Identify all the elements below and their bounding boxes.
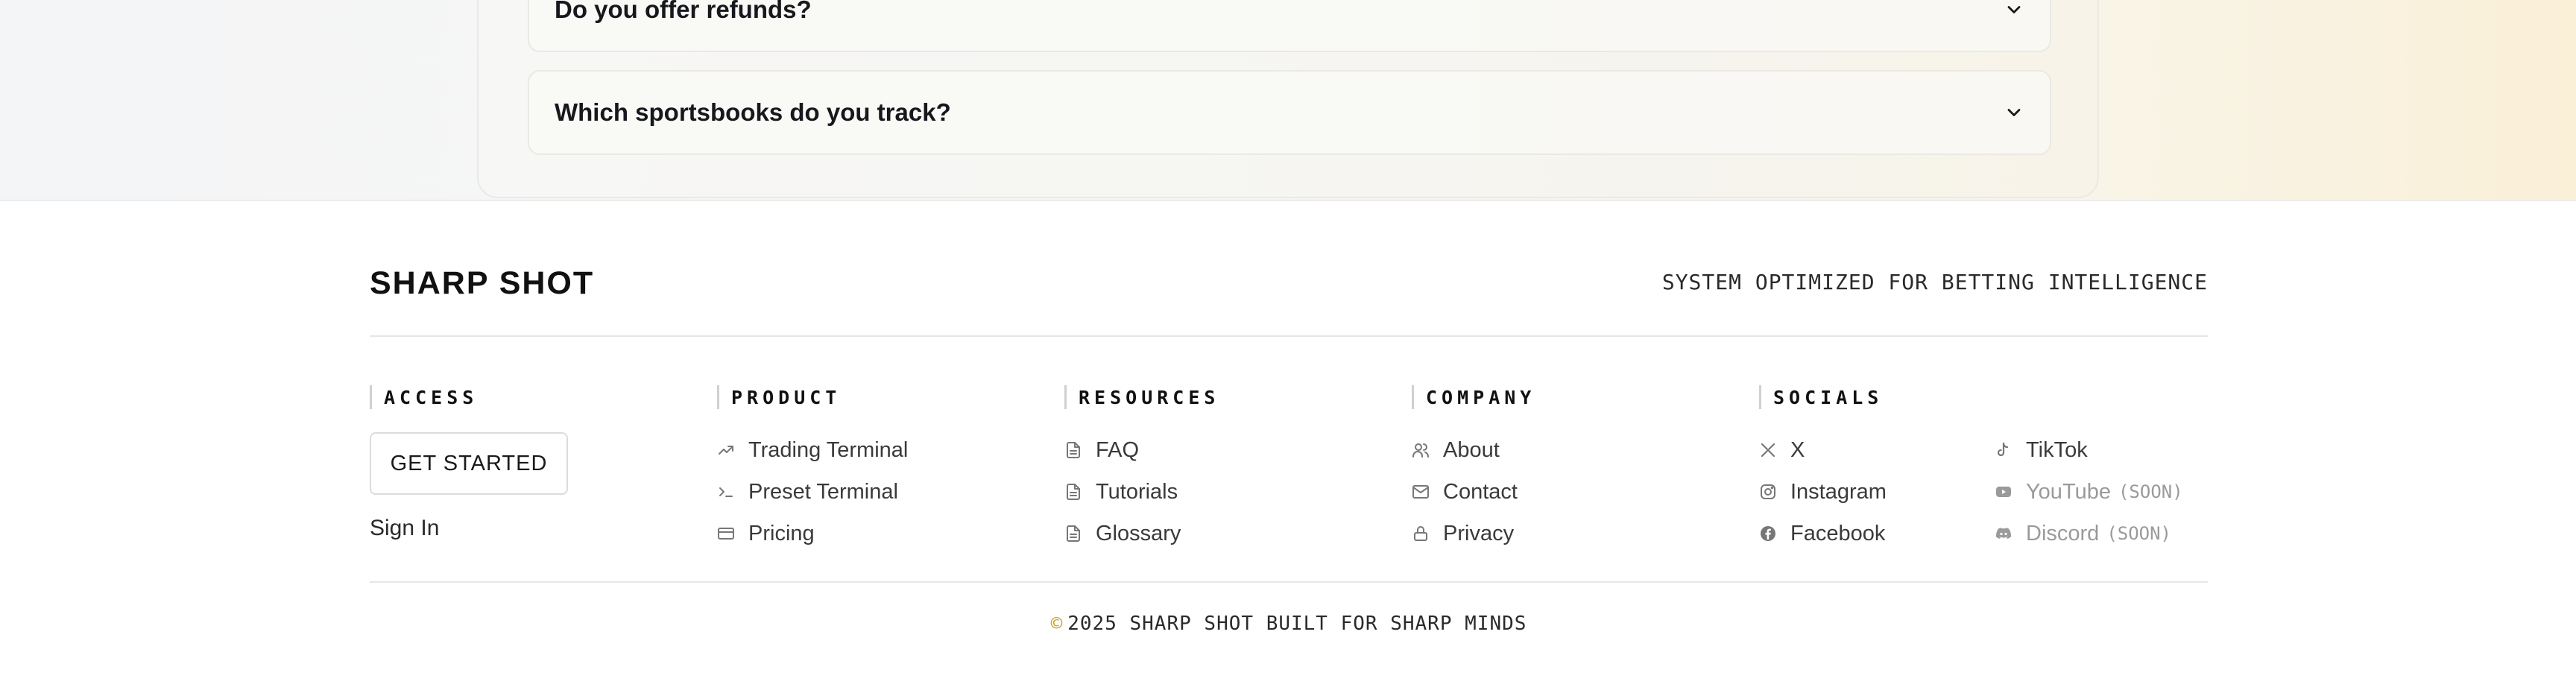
link-label: Preset Terminal bbox=[748, 479, 898, 504]
mail-icon bbox=[1412, 485, 1429, 499]
trending-up-icon bbox=[719, 446, 733, 455]
link-facebook[interactable]: Facebook bbox=[1759, 513, 1995, 554]
link-youtube: YouTube (SOON) bbox=[1995, 471, 2183, 513]
credit-card-icon bbox=[718, 528, 734, 540]
faq-card: Do you offer refunds? Which sportsbooks … bbox=[477, 0, 2099, 198]
link-faq[interactable]: FAQ bbox=[1064, 429, 1219, 471]
faq-section: Do you offer refunds? Which sportsbooks … bbox=[0, 0, 2576, 201]
link-tiktok[interactable]: TikTok bbox=[1995, 429, 2183, 471]
tiktok-icon bbox=[1997, 442, 2009, 457]
terminal-icon bbox=[719, 487, 733, 497]
chevron-down-icon bbox=[2007, 109, 2021, 116]
users-icon bbox=[1412, 443, 1429, 458]
chevron-down-icon bbox=[2007, 6, 2021, 13]
link-label: Privacy bbox=[1443, 521, 1515, 545]
divider bbox=[370, 335, 2208, 337]
footer-col-access: ACCESS GET STARTED Sign In bbox=[370, 385, 568, 541]
col-heading: PRODUCT bbox=[717, 385, 908, 410]
footer-col-socials: SOCIALS X Instagram Facebook TikTok YouT… bbox=[1759, 385, 2208, 554]
footer-col-company: COMPANY About Contact Privacy bbox=[1412, 385, 1535, 554]
link-label: X bbox=[1790, 437, 1805, 462]
footer: SHARP SHOT SYSTEM OPTIMIZED FOR BETTING … bbox=[370, 201, 2208, 696]
get-started-button[interactable]: GET STARTED bbox=[370, 432, 568, 495]
link-label: YouTube bbox=[2026, 479, 2111, 504]
link-label: Discord bbox=[2026, 521, 2100, 545]
document-icon bbox=[1067, 525, 1080, 542]
faq-question: Do you offer refunds? bbox=[555, 0, 812, 23]
footer-col-resources: RESOURCES FAQ Tutorials Glossary bbox=[1064, 385, 1219, 554]
col-heading: RESOURCES bbox=[1064, 385, 1219, 410]
footer-brand-logo[interactable]: SHARP SHOT bbox=[370, 265, 594, 302]
link-contact[interactable]: Contact bbox=[1412, 471, 1535, 513]
col-heading: COMPANY bbox=[1412, 385, 1535, 410]
x-icon bbox=[1761, 443, 1775, 458]
copyright: © 2025 SHARP SHOT BUILT FOR SHARP MINDS bbox=[370, 613, 2208, 635]
lock-icon bbox=[1414, 526, 1427, 541]
discord-icon bbox=[1996, 528, 2011, 539]
link-about[interactable]: About bbox=[1412, 429, 1535, 471]
copyright-symbol: © bbox=[1050, 613, 1064, 635]
footer-tagline: SYSTEM OPTIMIZED FOR BETTING INTELLIGENC… bbox=[1661, 270, 2208, 294]
link-discord: Discord (SOON) bbox=[1995, 513, 2183, 554]
link-label: Glossary bbox=[1096, 521, 1181, 545]
link-trading-terminal[interactable]: Trading Terminal bbox=[717, 429, 908, 471]
copyright-text: 2025 SHARP SHOT BUILT FOR SHARP MINDS bbox=[1067, 613, 1527, 635]
link-instagram[interactable]: Instagram bbox=[1759, 471, 1995, 513]
instagram-icon bbox=[1761, 484, 1775, 499]
link-preset-terminal[interactable]: Preset Terminal bbox=[717, 471, 908, 513]
link-tutorials[interactable]: Tutorials bbox=[1064, 471, 1219, 513]
link-label: Contact bbox=[1443, 479, 1518, 504]
link-label: FAQ bbox=[1096, 437, 1140, 462]
col-heading: SOCIALS bbox=[1759, 385, 2208, 410]
link-label: Pricing bbox=[748, 521, 815, 545]
link-privacy[interactable]: Privacy bbox=[1412, 513, 1535, 554]
link-glossary[interactable]: Glossary bbox=[1064, 513, 1219, 554]
link-label: About bbox=[1443, 437, 1500, 462]
soon-badge: (SOON) bbox=[2118, 481, 2183, 502]
link-label: Instagram bbox=[1790, 479, 1887, 504]
faq-item-sportsbooks[interactable]: Which sportsbooks do you track? bbox=[528, 70, 2051, 155]
youtube-icon bbox=[1996, 487, 2011, 497]
col-heading: ACCESS bbox=[370, 385, 568, 410]
link-label: TikTok bbox=[2026, 437, 2088, 462]
link-x[interactable]: X bbox=[1759, 429, 1995, 471]
link-label: Trading Terminal bbox=[748, 437, 909, 462]
link-label: Facebook bbox=[1790, 521, 1886, 545]
link-pricing[interactable]: Pricing bbox=[717, 513, 908, 554]
divider bbox=[370, 581, 2208, 583]
footer-col-product: PRODUCT Trading Terminal Preset Terminal… bbox=[717, 385, 908, 554]
soon-badge: (SOON) bbox=[2106, 523, 2172, 544]
link-label: Tutorials bbox=[1096, 479, 1178, 504]
document-icon bbox=[1067, 442, 1080, 458]
faq-item-refunds[interactable]: Do you offer refunds? bbox=[528, 0, 2051, 52]
sign-in-link[interactable]: Sign In bbox=[370, 516, 568, 541]
faq-question: Which sportsbooks do you track? bbox=[555, 98, 951, 126]
document-icon bbox=[1067, 484, 1080, 500]
facebook-icon bbox=[1761, 526, 1775, 541]
